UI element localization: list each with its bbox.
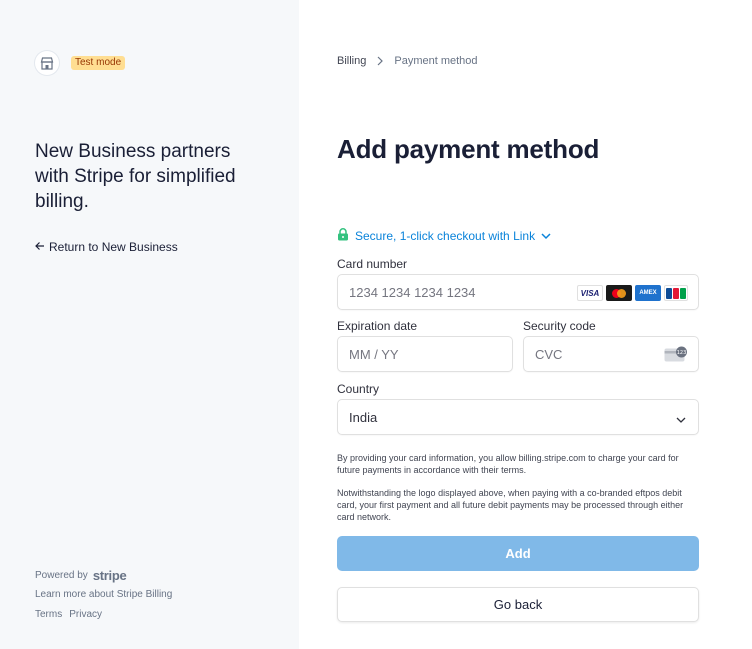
footer-links: Terms Privacy bbox=[35, 609, 102, 620]
chevron-down-icon bbox=[541, 229, 551, 243]
page-title: Add payment method bbox=[337, 134, 600, 164]
card-number-placeholder: 1234 1234 1234 1234 bbox=[349, 284, 476, 300]
country-select[interactable]: India bbox=[337, 399, 699, 435]
stripe-logo: stripe bbox=[92, 568, 127, 583]
jcb-icon bbox=[664, 285, 688, 301]
link-checkout-toggle[interactable]: Secure, 1-click checkout with Link bbox=[337, 228, 551, 244]
expiration-placeholder: MM / YY bbox=[349, 346, 399, 362]
main-panel: Billing Payment method Add payment metho… bbox=[299, 0, 752, 649]
breadcrumb-billing[interactable]: Billing bbox=[337, 55, 366, 67]
terms-link[interactable]: Terms bbox=[35, 609, 62, 620]
sidebar: Test mode New Business partners with Str… bbox=[0, 0, 299, 649]
security-code-label: Security code bbox=[523, 319, 596, 333]
privacy-link[interactable]: Privacy bbox=[69, 609, 102, 620]
link-checkout-label: Secure, 1-click checkout with Link bbox=[355, 229, 536, 243]
test-mode-badge: Test mode bbox=[71, 56, 126, 70]
country-value: India bbox=[349, 409, 378, 425]
powered-by-label: Powered by bbox=[35, 570, 88, 581]
amex-icon: AMEX bbox=[635, 285, 661, 301]
card-brands: VISA AMEX bbox=[577, 285, 688, 301]
return-link-label: Return to New Business bbox=[49, 240, 178, 254]
mastercard-icon bbox=[606, 285, 632, 301]
go-back-button[interactable]: Go back bbox=[337, 587, 699, 622]
store-icon bbox=[35, 51, 59, 75]
lock-icon bbox=[337, 228, 349, 244]
return-link[interactable]: Return to New Business bbox=[35, 240, 178, 254]
card-number-input[interactable]: 1234 1234 1234 1234 VISA AMEX bbox=[337, 274, 699, 310]
card-authorization-text: By providing your card information, you … bbox=[337, 453, 679, 475]
chevron-down-icon bbox=[676, 412, 686, 427]
learn-more-link[interactable]: Learn more about Stripe Billing bbox=[35, 589, 172, 600]
eftpos-notice-text: Notwithstanding the logo displayed above… bbox=[337, 488, 684, 522]
add-button[interactable]: Add bbox=[337, 536, 699, 571]
expiration-label: Expiration date bbox=[337, 319, 418, 333]
svg-text:123: 123 bbox=[677, 350, 687, 356]
expiration-input[interactable]: MM / YY bbox=[337, 336, 513, 372]
country-label: Country bbox=[337, 382, 380, 396]
arrow-left-icon bbox=[35, 240, 45, 254]
merchant-headline: New Business partners with Stripe for si… bbox=[35, 141, 236, 212]
breadcrumb-current: Payment method bbox=[394, 55, 478, 67]
security-code-input[interactable]: CVC 123 bbox=[523, 336, 699, 372]
cvc-card-icon: 123 bbox=[664, 346, 688, 366]
chevron-right-icon bbox=[376, 56, 384, 66]
visa-icon: VISA bbox=[577, 285, 603, 301]
card-number-label: Card number bbox=[337, 257, 408, 271]
security-code-placeholder: CVC bbox=[535, 346, 563, 362]
breadcrumb: Billing Payment method bbox=[337, 55, 478, 67]
powered-by-stripe[interactable]: Powered by stripe bbox=[35, 568, 127, 583]
